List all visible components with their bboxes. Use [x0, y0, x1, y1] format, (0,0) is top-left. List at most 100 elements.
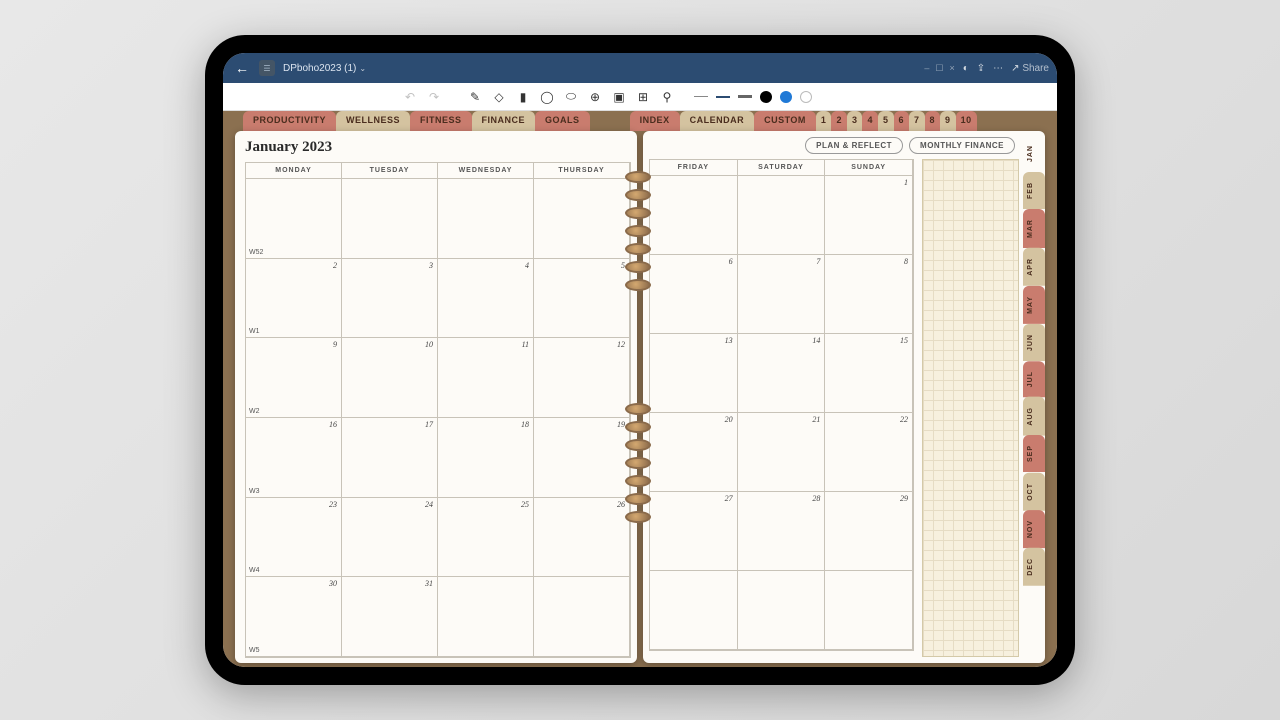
day-cell[interactable] [438, 179, 534, 259]
tab-custom-8[interactable]: 8 [925, 111, 941, 131]
text-icon[interactable]: ⊕ [588, 90, 602, 104]
day-cell[interactable]: 14 [738, 334, 826, 413]
day-cell[interactable]: 22 [825, 413, 913, 492]
stroke-thin[interactable] [694, 96, 708, 97]
tab-fitness[interactable]: FITNESS [410, 111, 472, 131]
day-cell[interactable]: 31 [342, 577, 438, 657]
day-cell[interactable]: 1 [825, 176, 913, 255]
lasso-icon[interactable]: ⬭ [564, 90, 578, 104]
month-tab-jan[interactable]: JAN [1023, 135, 1045, 172]
day-cell[interactable] [534, 577, 630, 657]
day-cell[interactable]: 12 [534, 338, 630, 418]
eraser-icon[interactable]: ◇ [492, 90, 506, 104]
tab-calendar[interactable]: CALENDAR [680, 111, 755, 131]
sync-icon[interactable]: ◐ [963, 63, 969, 74]
tab-custom-9[interactable]: 9 [940, 111, 956, 131]
day-cell[interactable]: 26 [534, 498, 630, 578]
tab-custom-2[interactable]: 2 [831, 111, 847, 131]
tab-productivity[interactable]: PRODUCTIVITY [243, 111, 336, 131]
month-tab-nov[interactable]: NOV [1023, 510, 1045, 548]
day-cell[interactable] [738, 176, 826, 255]
highlighter-icon[interactable]: ▮ [516, 90, 530, 104]
month-tab-dec[interactable]: DEC [1023, 548, 1045, 586]
color-white[interactable] [800, 91, 812, 103]
day-cell[interactable]: W52 [246, 179, 342, 259]
tab-custom-5[interactable]: 5 [878, 111, 894, 131]
day-cell[interactable]: 23W4 [246, 498, 342, 578]
notes-area[interactable] [922, 159, 1019, 657]
day-cell[interactable]: 15 [825, 334, 913, 413]
day-cell[interactable]: 7 [738, 255, 826, 334]
redo-icon[interactable]: ↷ [427, 90, 441, 104]
stroke-thick[interactable] [738, 95, 752, 98]
day-cell[interactable]: 9W2 [246, 338, 342, 418]
month-tab-jul[interactable]: JUL [1023, 361, 1045, 397]
day-cell[interactable]: 30W5 [246, 577, 342, 657]
day-cell[interactable] [534, 179, 630, 259]
day-cell[interactable]: 27 [650, 492, 738, 571]
month-tab-oct[interactable]: OCT [1023, 473, 1045, 511]
tab-wellness[interactable]: WELLNESS [336, 111, 410, 131]
month-tab-mar[interactable]: MAR [1023, 209, 1045, 248]
undo-icon[interactable]: ↶ [403, 90, 417, 104]
tab-custom-1[interactable]: 1 [816, 111, 832, 131]
pen-icon[interactable]: ✎ [468, 90, 482, 104]
day-cell[interactable]: 16W3 [246, 418, 342, 498]
day-cell[interactable]: 4 [438, 259, 534, 339]
day-cell[interactable]: 6 [650, 255, 738, 334]
elements-icon[interactable]: ⊞ [636, 90, 650, 104]
month-tab-aug[interactable]: AUG [1023, 397, 1045, 436]
month-tab-apr[interactable]: APR [1023, 248, 1045, 286]
share-button[interactable]: ↗ Share [1011, 63, 1049, 74]
window-controls[interactable]: –☐× [924, 63, 954, 74]
day-cell[interactable]: 21 [738, 413, 826, 492]
tab-index[interactable]: INDEX [630, 111, 680, 131]
day-cell[interactable]: 17 [342, 418, 438, 498]
month-tab-jun[interactable]: JUN [1023, 324, 1045, 361]
shapes-icon[interactable]: ◯ [540, 90, 554, 104]
tab-custom-6[interactable]: 6 [894, 111, 910, 131]
day-cell[interactable] [650, 176, 738, 255]
day-cell[interactable] [650, 571, 738, 650]
back-button[interactable]: ← [231, 58, 253, 78]
document-name[interactable]: DPboho2023 (1) [283, 63, 356, 74]
day-cell[interactable]: 29 [825, 492, 913, 571]
app-icon[interactable]: ☰ [259, 60, 275, 76]
plan-reflect-button[interactable]: PLAN & REFLECT [805, 137, 903, 154]
more-icon[interactable]: ⋯ [993, 63, 1003, 74]
day-cell[interactable] [342, 179, 438, 259]
tab-custom-7[interactable]: 7 [909, 111, 925, 131]
tab-goals[interactable]: GOALS [535, 111, 590, 131]
export-icon[interactable]: ⇪ [977, 63, 985, 74]
day-cell[interactable]: 19 [534, 418, 630, 498]
link-icon[interactable]: ⚲ [660, 90, 674, 104]
tab-custom-3[interactable]: 3 [847, 111, 863, 131]
color-black[interactable] [760, 91, 772, 103]
day-cell[interactable] [738, 571, 826, 650]
day-cell[interactable]: 20 [650, 413, 738, 492]
day-cell[interactable]: 5 [534, 259, 630, 339]
stroke-medium[interactable] [716, 96, 730, 98]
day-cell[interactable] [825, 571, 913, 650]
chevron-down-icon[interactable]: ⌄ [359, 64, 366, 73]
tab-custom-10[interactable]: 10 [956, 111, 977, 131]
month-tab-may[interactable]: MAY [1023, 286, 1045, 324]
day-cell[interactable]: 3 [342, 259, 438, 339]
monthly-finance-button[interactable]: MONTHLY FINANCE [909, 137, 1015, 154]
image-icon[interactable]: ▣ [612, 90, 626, 104]
tab-custom[interactable]: CUSTOM [754, 111, 816, 131]
day-cell[interactable]: 18 [438, 418, 534, 498]
month-tab-sep[interactable]: SEP [1023, 435, 1045, 472]
day-cell[interactable]: 10 [342, 338, 438, 418]
day-cell[interactable]: 28 [738, 492, 826, 571]
day-cell[interactable]: 2W1 [246, 259, 342, 339]
month-tab-feb[interactable]: FEB [1023, 172, 1045, 209]
color-blue[interactable] [780, 91, 792, 103]
day-cell[interactable]: 24 [342, 498, 438, 578]
day-cell[interactable] [438, 577, 534, 657]
tab-custom-4[interactable]: 4 [862, 111, 878, 131]
day-cell[interactable]: 11 [438, 338, 534, 418]
day-cell[interactable]: 25 [438, 498, 534, 578]
tab-finance[interactable]: FINANCE [472, 111, 536, 131]
day-cell[interactable]: 13 [650, 334, 738, 413]
